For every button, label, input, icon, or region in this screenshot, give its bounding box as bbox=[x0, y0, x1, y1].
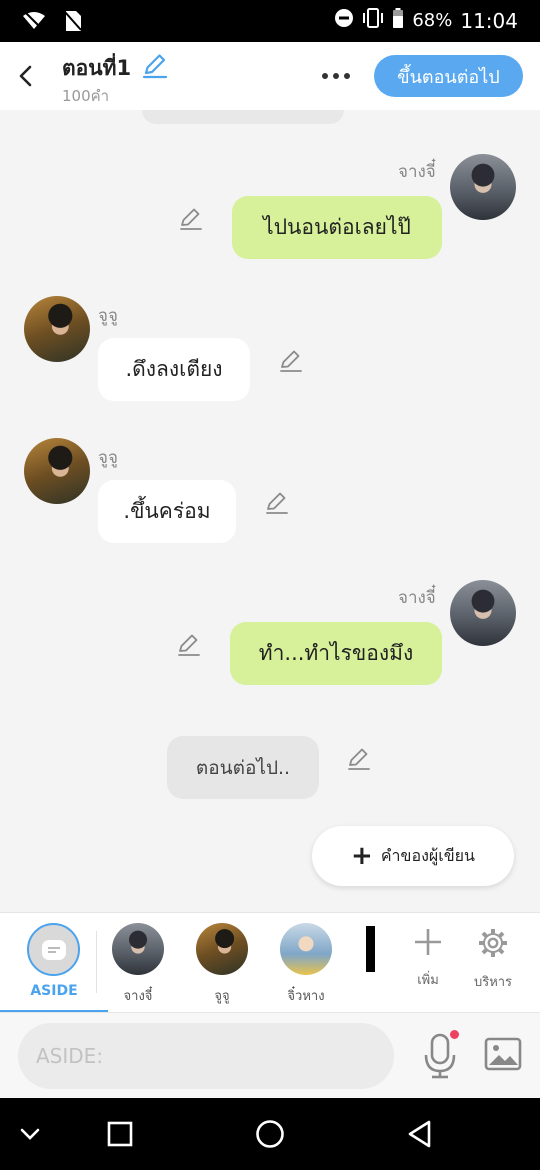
more-dot-icon bbox=[344, 73, 350, 79]
episode-title: ตอนที่1 bbox=[62, 56, 132, 80]
notification-dot bbox=[450, 1030, 459, 1039]
chevron-left-icon bbox=[19, 65, 32, 87]
next-episode-button[interactable]: ขึ้นตอนต่อไป bbox=[374, 55, 523, 97]
aside-avatar bbox=[27, 923, 80, 976]
character-avatar[interactable] bbox=[450, 580, 516, 646]
character-avatar bbox=[196, 923, 248, 975]
character-bar: ASIDE จางจี๋ จูจู จิ๋วหาง เพิ่ม บริหาร bbox=[0, 912, 540, 1013]
character-avatar bbox=[112, 923, 164, 975]
message-sender: จูจู bbox=[98, 448, 118, 468]
nav-recents-button[interactable] bbox=[100, 1116, 140, 1152]
message-bubble[interactable]: .ดึงลงเตียง bbox=[98, 338, 250, 401]
chevron-down-icon bbox=[20, 1128, 40, 1140]
character-name: จูจู bbox=[214, 989, 230, 1004]
nav-back-button[interactable] bbox=[400, 1116, 440, 1152]
divider bbox=[96, 931, 97, 993]
author-note-button[interactable]: + คำของผู้เขียน bbox=[312, 826, 514, 886]
back-button[interactable] bbox=[12, 60, 40, 92]
nav-collapse-button[interactable] bbox=[10, 1116, 50, 1152]
square-icon bbox=[107, 1121, 133, 1147]
manage-label: บริหาร bbox=[473, 975, 513, 990]
edit-title-pencil-icon[interactable] bbox=[141, 52, 169, 80]
wifi-icon bbox=[22, 11, 46, 35]
edit-message-pencil-icon[interactable] bbox=[264, 490, 290, 516]
nav-home-button[interactable] bbox=[250, 1116, 290, 1152]
edit-message-pencil-icon[interactable] bbox=[176, 632, 202, 658]
message-bubble[interactable]: ไปนอนต่อเลยไป๊ bbox=[232, 196, 442, 259]
status-bar: 68% 11:04 bbox=[0, 0, 540, 42]
do-not-disturb-icon bbox=[334, 8, 354, 33]
message-bubble[interactable]: .ขึ้นคร่อม bbox=[98, 480, 236, 543]
plus-icon bbox=[415, 929, 441, 955]
more-dot-icon bbox=[333, 73, 339, 79]
plus-icon: + bbox=[351, 841, 373, 871]
character-chip[interactable]: จางจี๋ bbox=[108, 923, 168, 1006]
character-name: จางจี๋ bbox=[123, 989, 153, 1004]
character-name: จิ๋วหาง bbox=[287, 989, 325, 1004]
add-label: เพิ่ม bbox=[417, 973, 439, 988]
character-chip[interactable]: จูจู bbox=[192, 923, 252, 1006]
aside-tab[interactable]: ASIDE bbox=[0, 913, 108, 1013]
edit-message-pencil-icon[interactable] bbox=[178, 206, 204, 232]
clock: 11:04 bbox=[460, 8, 518, 33]
chat-area[interactable]: จางจี๋ ไปนอนต่อเลยไป๊ จูจู .ดึงลงเตียง จ… bbox=[0, 110, 540, 912]
message-input-bar bbox=[0, 1012, 540, 1098]
system-navigation-bar bbox=[0, 1098, 540, 1170]
no-sim-icon bbox=[64, 10, 82, 36]
circle-icon bbox=[256, 1120, 284, 1148]
message-sender: จูจู bbox=[98, 306, 118, 326]
manage-characters-button[interactable]: บริหาร bbox=[463, 927, 523, 992]
character-avatar[interactable] bbox=[24, 438, 90, 504]
previous-message-stub bbox=[142, 110, 344, 124]
more-dot-icon bbox=[322, 73, 328, 79]
message-sender: จางจี๋ bbox=[398, 588, 436, 608]
edit-message-pencil-icon[interactable] bbox=[346, 746, 372, 772]
battery-percent: 68% bbox=[412, 10, 453, 31]
word-count: 100คำ bbox=[62, 87, 110, 105]
aside-label: ASIDE bbox=[30, 983, 78, 999]
triangle-back-icon bbox=[408, 1120, 431, 1148]
aside-message-bubble[interactable]: ตอนต่อไป.. bbox=[167, 736, 319, 799]
edit-message-pencil-icon[interactable] bbox=[278, 348, 304, 374]
image-icon bbox=[484, 1037, 522, 1071]
image-upload-button[interactable] bbox=[484, 1035, 522, 1073]
battery-icon bbox=[392, 8, 404, 33]
more-options-button[interactable] bbox=[318, 66, 354, 86]
message-sender: จางจี๋ bbox=[398, 162, 436, 182]
character-avatar bbox=[280, 923, 332, 975]
gear-icon bbox=[479, 929, 507, 957]
author-note-label: คำของผู้เขียน bbox=[380, 845, 475, 865]
message-bubble[interactable]: ทำ...ทำไรของมึง bbox=[230, 622, 442, 685]
character-avatar[interactable] bbox=[366, 926, 384, 972]
speech-bubble-icon bbox=[41, 939, 66, 960]
app-header: ตอนที่1 100คำ ขึ้นตอนต่อไป bbox=[0, 42, 540, 110]
character-avatar[interactable] bbox=[24, 296, 90, 362]
character-chip[interactable]: จิ๋วหาง bbox=[276, 923, 336, 1006]
message-input[interactable] bbox=[18, 1023, 394, 1089]
vibrate-icon bbox=[362, 8, 384, 33]
character-avatar[interactable] bbox=[450, 154, 516, 220]
add-character-button[interactable]: เพิ่ม bbox=[398, 927, 458, 990]
